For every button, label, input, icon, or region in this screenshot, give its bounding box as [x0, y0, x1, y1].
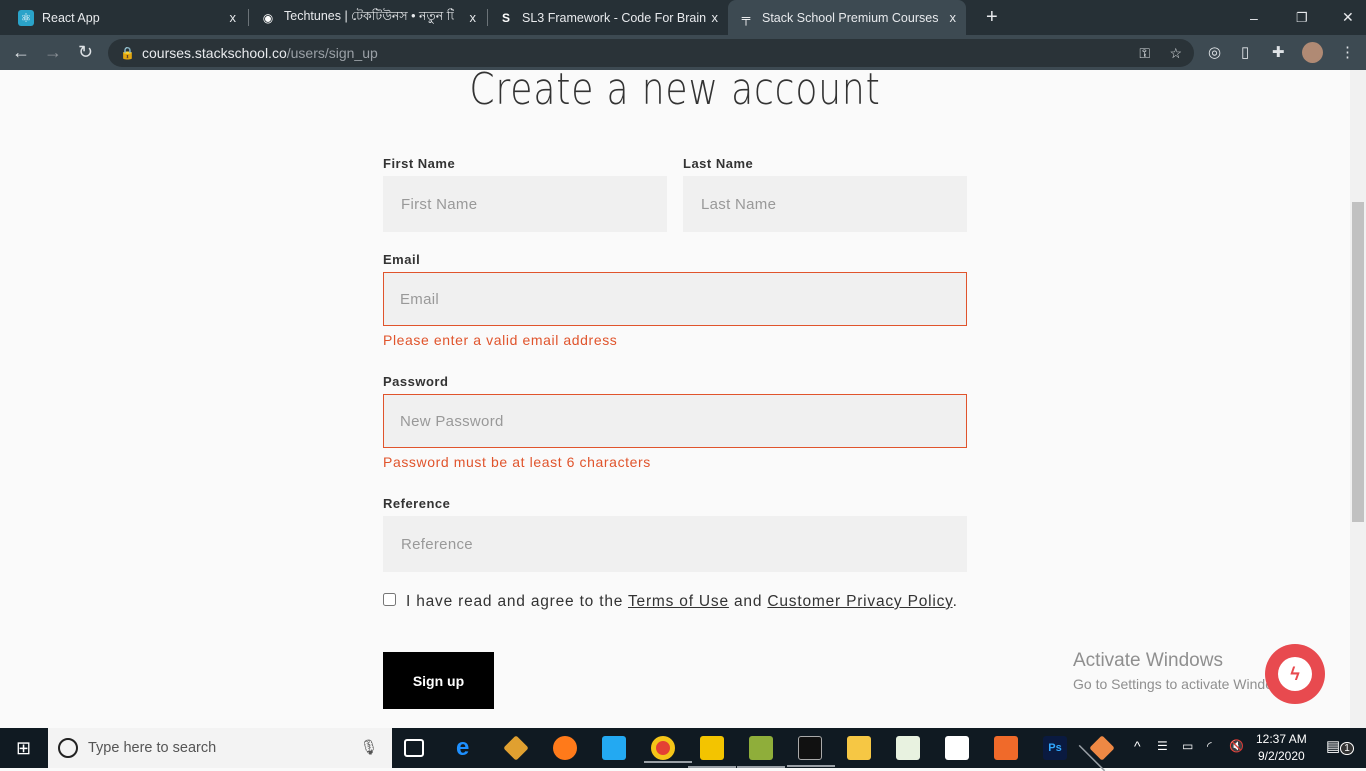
tab-title: SL3 Framework - Code For Brain [522, 10, 707, 25]
forward-icon[interactable]: → [44, 42, 62, 63]
sign-up-button[interactable]: Sign up [383, 652, 494, 709]
restore-button[interactable]: ❐ [1286, 0, 1318, 35]
settings-tray-icon[interactable]: ☰ [1157, 739, 1168, 753]
agree-checkbox[interactable] [383, 593, 396, 606]
privacy-link[interactable]: Customer Privacy Policy [767, 593, 952, 610]
close-icon[interactable]: x [470, 10, 477, 25]
microphone-icon[interactable]: 🎙 [360, 728, 378, 768]
extensions-puzzle-icon[interactable]: ✚ [1272, 43, 1285, 61]
password-label: Password [383, 374, 449, 389]
watermark-subtitle: Go to Settings to activate Windows. [1073, 676, 1294, 692]
task-view-icon[interactable] [404, 739, 424, 757]
star-icon[interactable]: ☆ [1169, 39, 1182, 67]
battery-icon[interactable]: ▭ [1182, 739, 1193, 753]
notepad-icon[interactable] [896, 736, 920, 760]
windows-start-icon[interactable]: ⊞ [16, 738, 31, 759]
back-icon[interactable]: ← [12, 42, 30, 63]
password-input[interactable] [383, 394, 967, 448]
date: 9/2/2020 [1257, 749, 1305, 763]
file-explorer-icon[interactable] [847, 736, 871, 760]
first-name-input[interactable] [383, 176, 667, 232]
wifi-icon[interactable]: ◜ [1207, 739, 1212, 753]
last-name-label: Last Name [683, 156, 754, 171]
photoshop-icon[interactable]: Ps [1043, 736, 1067, 760]
first-name-label: First Name [383, 156, 456, 171]
notification-count: 1 [1340, 742, 1354, 755]
chevron-up-icon[interactable]: ^ [1134, 738, 1141, 754]
scrollbar-thumb[interactable] [1352, 202, 1364, 522]
messenger-chat-button[interactable]: ϟ [1265, 644, 1325, 704]
url-host: courses.stackschool.co [142, 45, 287, 61]
react-icon: ⚛ [18, 9, 34, 26]
time: 12:37 AM [1256, 732, 1307, 746]
toolbar: ← → ↻ 🔒 courses.stackschool.co/users/sign… [0, 35, 1366, 70]
lock-icon: 🔒 [120, 46, 135, 60]
close-icon[interactable]: x [950, 10, 957, 25]
close-icon[interactable]: x [712, 10, 719, 25]
close-icon[interactable]: x [230, 10, 237, 25]
mute-icon[interactable]: 🔇 [1229, 739, 1244, 753]
new-tab-button[interactable]: + [976, 0, 1008, 35]
watermark-title: Activate Windows [1073, 650, 1223, 671]
tab-title: Stack School Premium Courses [762, 10, 939, 25]
firefox-icon[interactable] [553, 736, 577, 760]
reference-input[interactable] [383, 516, 967, 572]
tab-strip: ⚛ React App x ◉ Techtunes | টেকটিউনস • নতুন… [0, 0, 1366, 35]
activate-windows-watermark: Activate Windows Go to Settings to activa… [1073, 650, 1294, 692]
agree-text: I have read and agree to the [406, 593, 624, 610]
cortana-icon [58, 738, 78, 758]
tab-stackschool[interactable]: ╤ Stack School Premium Courses x [728, 0, 966, 35]
email-input[interactable] [383, 272, 967, 326]
lambda-icon[interactable] [737, 736, 785, 768]
key-icon[interactable]: ⚿ [1139, 39, 1150, 67]
agree-row: I have read and agree to the Terms of Us… [383, 590, 963, 614]
messenger-icon: ϟ [1278, 657, 1312, 691]
and-text: and [734, 593, 763, 610]
sl3-icon: S [501, 10, 510, 25]
email-error: Please enter a valid email address [383, 332, 618, 348]
page-title: Create a new account [469, 70, 881, 115]
notification-icon[interactable]: ▤ 1 [1326, 737, 1354, 755]
cursor-tool-icon[interactable] [945, 736, 969, 760]
url-path: /users/sign_up [286, 45, 378, 61]
period-text: . [952, 593, 958, 610]
address-bar[interactable]: 🔒 courses.stackschool.co/users/sign_up ⚿ ☆ [108, 39, 1194, 67]
search-placeholder: Type here to search [88, 740, 217, 756]
email-label: Email [383, 252, 421, 267]
signup-page: Create a new account First Name Last Nam… [0, 70, 1350, 728]
terminal-icon[interactable] [787, 736, 835, 767]
tab-techtunes[interactable]: ◉ Techtunes | টেকটিউনস • নতুন টি x [250, 0, 486, 35]
edge-icon[interactable]: e [456, 736, 480, 760]
terms-link[interactable]: Terms of Use [628, 593, 729, 610]
vscode-icon[interactable] [602, 736, 626, 760]
extension-target-icon[interactable]: ◎ [1208, 43, 1221, 61]
tab-title: Techtunes | টেকটিউনস • নতুন টি [284, 8, 454, 23]
clock[interactable]: 12:37 AM 9/2/2020 [1256, 732, 1307, 763]
tab-react-app[interactable]: ⚛ React App x [8, 0, 246, 35]
taskbar-search[interactable]: Type here to search 🎙 [48, 728, 392, 768]
stackschool-icon: ╤ [741, 10, 751, 25]
git-icon[interactable] [503, 735, 529, 761]
globe-icon: ◉ [262, 10, 274, 25]
tab-sl3[interactable]: S SL3 Framework - Code For Brain x [488, 0, 728, 35]
reload-icon[interactable]: ↻ [78, 42, 93, 63]
avatar[interactable] [1302, 42, 1323, 63]
menu-icon[interactable]: ⋮ [1340, 43, 1355, 61]
tab-title: React App [42, 10, 100, 25]
scrollbar[interactable] [1350, 70, 1366, 728]
git-gui-icon[interactable] [1089, 735, 1115, 761]
window-close-button[interactable]: ✕ [1332, 0, 1364, 35]
chrome-icon[interactable] [644, 736, 692, 763]
extension-phone-icon[interactable]: ▯ [1241, 43, 1249, 61]
taskbar: ⊞ Type here to search 🎙 e Ps ^ ☰ ▭ ◜ 🔇 12… [0, 728, 1366, 768]
password-error: Password must be at least 6 characters [383, 454, 651, 470]
plex-icon[interactable] [688, 736, 736, 768]
reference-label: Reference [383, 496, 451, 511]
xampp-icon[interactable] [994, 736, 1018, 760]
last-name-input[interactable] [683, 176, 967, 232]
minimize-button[interactable]: – [1240, 0, 1268, 35]
